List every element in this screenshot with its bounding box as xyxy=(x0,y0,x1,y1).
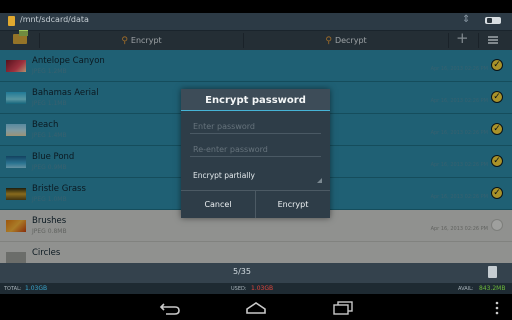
avail-label: AVAIL: xyxy=(458,286,474,292)
overflow-icon[interactable] xyxy=(495,301,499,315)
confirm-password-input[interactable] xyxy=(190,143,321,157)
encrypt-confirm-button[interactable]: Encrypt xyxy=(256,191,330,218)
password-input[interactable] xyxy=(190,120,321,134)
dialog-title-divider xyxy=(181,110,330,111)
cancel-button[interactable]: Cancel xyxy=(181,191,255,218)
avail-value: 843.2MB xyxy=(479,285,506,292)
view-icon[interactable] xyxy=(485,17,501,24)
total-label: TOTAL: xyxy=(4,286,22,292)
home-icon[interactable] xyxy=(245,301,267,315)
status-bar xyxy=(0,0,512,13)
total-value: 1.03GB xyxy=(25,285,48,292)
dialog-title: Encrypt password xyxy=(181,89,330,111)
dropdown-arrow-icon xyxy=(317,178,322,183)
encrypt-mode-value: Encrypt partially xyxy=(193,171,255,180)
path-text: /mnt/sdcard/data xyxy=(20,15,89,24)
document-icon[interactable] xyxy=(488,266,497,278)
sort-icon[interactable]: ⇕ xyxy=(462,14,470,25)
page-indicator: 5/35 xyxy=(233,267,251,276)
back-icon[interactable] xyxy=(158,301,182,315)
used-value: 1.03GB xyxy=(251,285,274,292)
recents-icon[interactable] xyxy=(332,301,354,315)
used-label: USED: xyxy=(231,286,247,292)
sdcard-icon xyxy=(8,16,15,26)
